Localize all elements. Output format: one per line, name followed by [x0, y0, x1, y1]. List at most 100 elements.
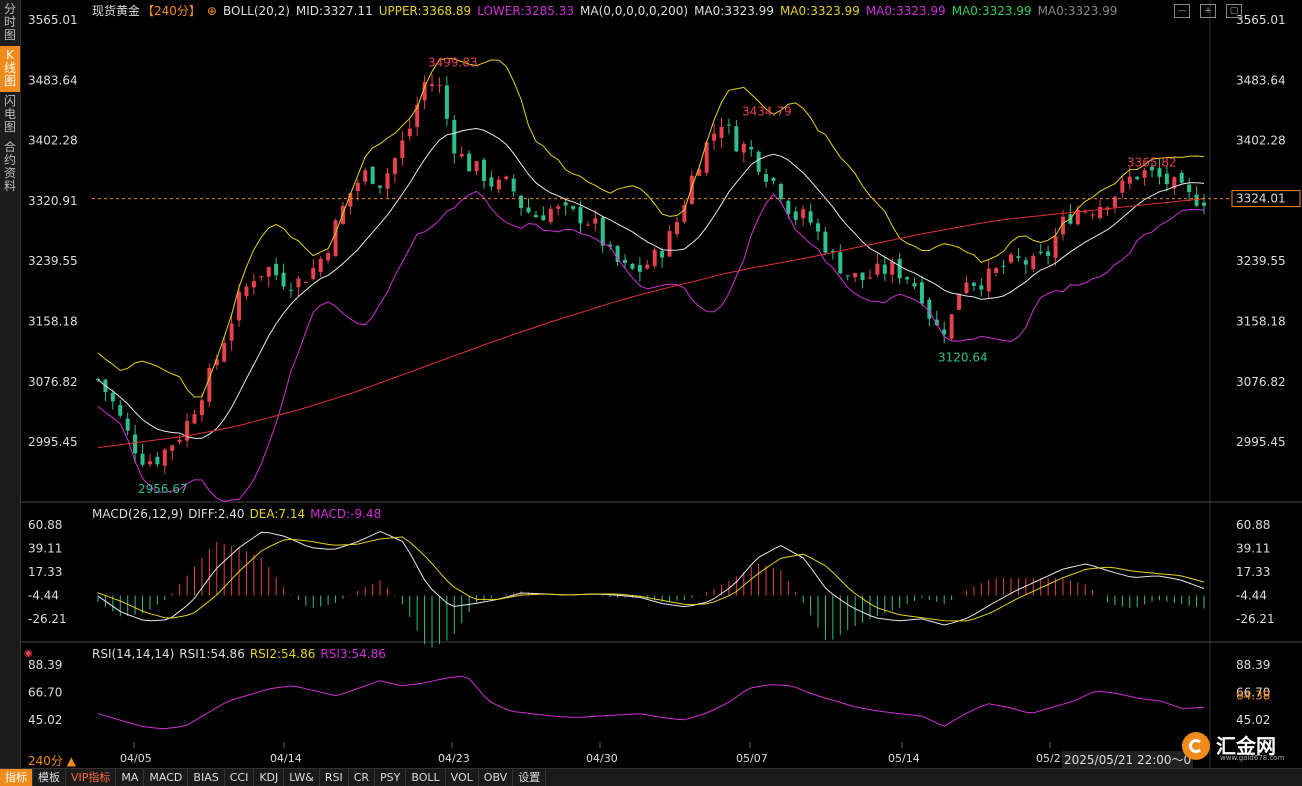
indicator-tab-3[interactable]: MA — [116, 769, 145, 786]
candle-body — [674, 222, 679, 235]
date-tick-4: 05/07 — [736, 752, 768, 765]
indicator-tab-1[interactable]: 模板 — [33, 769, 66, 786]
period-selector[interactable]: 240分 ▲ — [28, 752, 76, 769]
candle-body — [786, 200, 791, 215]
logo-url: www.gold678.com — [1220, 754, 1285, 762]
candle-body — [927, 299, 932, 319]
zoom-out-icon[interactable]: — — [1174, 4, 1190, 18]
indicator-tab-12[interactable]: BOLL — [406, 769, 446, 786]
candle-body — [548, 208, 553, 223]
crosshair-time: 2025/05/21 22:00～0 — [1062, 751, 1194, 768]
candle-body — [823, 231, 828, 253]
candle-body — [133, 434, 138, 454]
price-tick-right-1: 3483.64 — [1236, 73, 1286, 87]
settings-icon[interactable]: ⊕ — [207, 4, 217, 18]
macd-diff: DIFF:2.40 — [188, 507, 245, 521]
candle-body — [660, 251, 665, 258]
candle-body — [1135, 176, 1140, 180]
candle-body — [199, 400, 204, 415]
price-tick-left-6: 3076.82 — [28, 375, 78, 389]
date-tick-2: 04/23 — [438, 752, 470, 765]
indicator-tab-14[interactable]: OBV — [479, 769, 514, 786]
annotation-low-2: 3120.64 — [938, 350, 988, 364]
logo-icon — [1182, 732, 1210, 760]
macd-tick-left-4: -26.21 — [28, 612, 67, 626]
indicator-tab-4[interactable]: MACD — [144, 769, 189, 786]
candle-body — [1179, 172, 1184, 183]
candle-body — [585, 224, 590, 226]
indicator-tab-2[interactable]: VIP指标 — [66, 769, 117, 786]
rsi-tick-right-0: 88.39 — [1236, 658, 1270, 672]
indicator-tab-5[interactable]: BIAS — [188, 769, 225, 786]
candle-body — [1098, 206, 1103, 218]
date-tick-6: 05/2 — [1036, 752, 1061, 765]
rsi-tick-left-1: 66.70 — [28, 686, 62, 700]
candle-body — [489, 177, 494, 187]
sidebar-tab-1[interactable]: K线图 — [0, 46, 20, 92]
candle-body — [808, 211, 813, 223]
brand-logo: 汇金网 www.gold678.com — [1180, 728, 1290, 764]
candle-body — [1202, 202, 1206, 206]
candle-body — [964, 282, 969, 294]
macd-tick-right-1: 39.11 — [1236, 542, 1270, 556]
indicator-tab-8[interactable]: LW& — [284, 769, 320, 786]
indicator-tab-13[interactable]: VOL — [446, 769, 479, 786]
macd-tick-right-0: 60.88 — [1236, 518, 1270, 532]
candle-body — [1083, 211, 1088, 213]
price-tick-right-6: 3076.82 — [1236, 375, 1286, 389]
candle-body — [452, 119, 457, 154]
candle-body — [771, 177, 776, 181]
candle-body — [274, 263, 279, 276]
candle-body — [882, 264, 887, 274]
candle-body — [504, 176, 509, 180]
symbol-name: 现货黄金 — [92, 4, 141, 18]
candle-body — [192, 414, 197, 424]
rsi-eye-icon[interactable]: ◉ — [24, 648, 33, 659]
indicator-tab-0[interactable]: 指标 — [0, 769, 33, 786]
period-label-top: 【240分】 — [142, 4, 201, 18]
indicator-tab-15[interactable]: 设置 — [513, 769, 547, 786]
indicator-tab-11[interactable]: PSY — [375, 769, 407, 786]
zoom-in-icon[interactable]: + — [1200, 4, 1216, 18]
rsi3: RSI3:54.86 — [320, 647, 386, 661]
candle-body — [897, 258, 902, 279]
candle-body — [1031, 256, 1036, 269]
rsi-params: RSI(14,14,14) — [92, 647, 175, 661]
candle-body — [407, 128, 412, 137]
sidebar-tab-0[interactable]: 分时图 — [0, 0, 20, 46]
main-legend: 现货黄金 【240分】 ⊕ BOLL(20,2) MID:3327.11 UPPER:33… — [92, 2, 1123, 19]
sidebar-tab-3[interactable]: 合约资料 — [0, 138, 20, 197]
candle-body — [1046, 251, 1051, 257]
ma200-line — [97, 198, 1205, 449]
fullscreen-icon[interactable]: ▢ — [1226, 4, 1242, 18]
candle-body — [266, 267, 271, 277]
price-tick-left-2: 3402.28 — [28, 134, 78, 148]
candle-body — [905, 277, 910, 280]
candle-body — [867, 277, 872, 279]
candle-body — [949, 314, 954, 339]
indicator-tab-10[interactable]: CR — [349, 769, 376, 786]
candle-body — [400, 140, 405, 159]
sidebar: 分时图K线图闪电图合约资料 — [0, 0, 21, 768]
macd-value: MACD:-9.48 — [310, 507, 382, 521]
price-tick-right-7: 2995.45 — [1236, 435, 1286, 449]
candle-body — [259, 276, 264, 278]
candle-body — [355, 182, 360, 191]
rsi-legend: RSI(14,14,14) RSI1:54.86 RSI2:54.86 RSI3:54… — [92, 647, 391, 661]
indicator-tab-6[interactable]: CCI — [225, 769, 255, 786]
candle-body — [363, 170, 368, 182]
indicator-tab-9[interactable]: RSI — [320, 769, 349, 786]
boll-mid: MID:3327.11 — [295, 4, 373, 18]
price-tick-left-4: 3239.55 — [28, 254, 78, 268]
indicator-tabs: 指标 模板 VIP指标 MA MACD BIAS CCI KDJ LW& RSI CR PSY BOLL… — [0, 768, 1302, 786]
indicator-tab-7[interactable]: KDJ — [254, 769, 285, 786]
rsi-tick-left-0: 88.39 — [28, 658, 62, 672]
price-tick-right-4: 3239.55 — [1236, 254, 1286, 268]
candle-body — [430, 84, 435, 86]
rsi2: RSI2:54.86 — [249, 647, 316, 661]
sidebar-tab-2[interactable]: 闪电图 — [0, 92, 20, 138]
candle-body — [474, 161, 479, 172]
candle-body — [645, 264, 650, 269]
candle-body — [244, 286, 249, 297]
candle-body — [556, 206, 561, 209]
